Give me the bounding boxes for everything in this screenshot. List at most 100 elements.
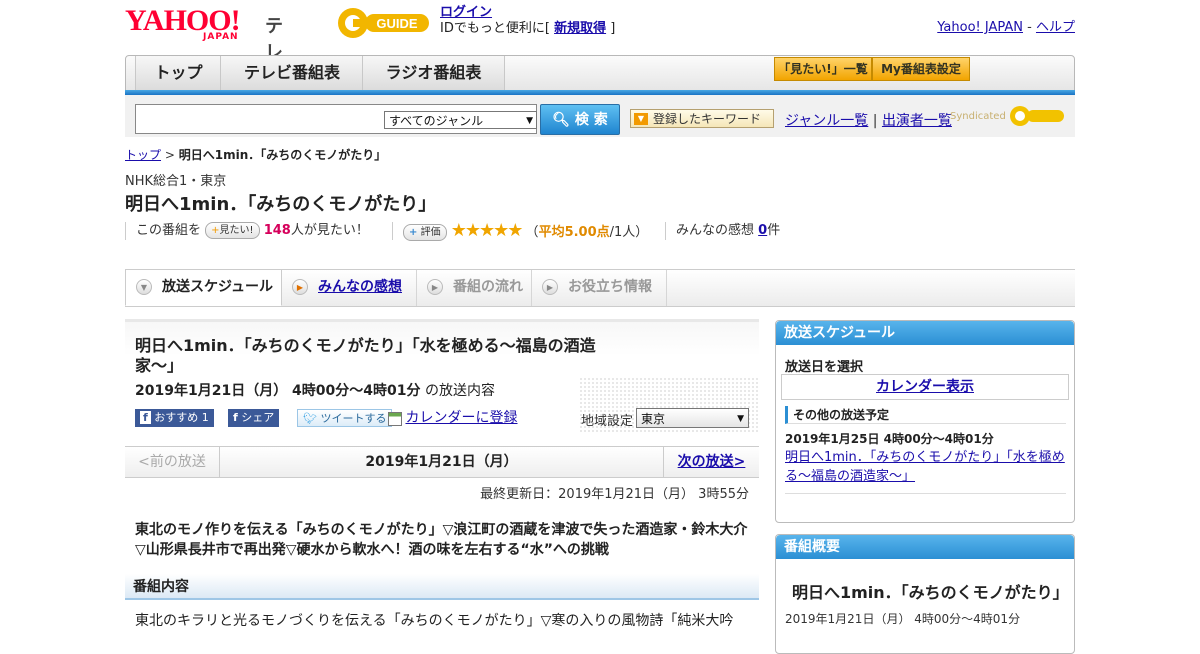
overview-title: 明日へ1min．「みちのくモノがたり」 bbox=[792, 583, 1069, 602]
calendar-display-link[interactable]: カレンダー表示 bbox=[876, 379, 974, 395]
want-button-label: 見たい! bbox=[219, 225, 254, 236]
search-links: ジャンル一覧 | 出演者一覧 bbox=[785, 110, 952, 130]
header-links: Yahoo! JAPAN - ヘルプ bbox=[937, 16, 1075, 35]
chevron-down-icon: ▼ bbox=[136, 279, 152, 295]
rate-button-label: 評価 bbox=[420, 227, 441, 238]
mitai-list-button[interactable]: 「見たい!」一覧 bbox=[774, 57, 872, 81]
want-to-watch-button[interactable]: +見たい! bbox=[205, 222, 260, 239]
yahoo-japan-link[interactable]: Yahoo! JAPAN bbox=[937, 20, 1023, 35]
facebook-recommend-button[interactable]: f おすすめ 1 bbox=[135, 409, 214, 427]
registered-keywords-button[interactable]: ▼ 登録したキーワード bbox=[630, 109, 774, 128]
svg-text:GUIDE: GUIDE bbox=[376, 16, 418, 31]
overview-panel-heading: 番組概要 bbox=[776, 535, 1074, 559]
my-schedule-settings-button[interactable]: My番組表設定 bbox=[872, 57, 970, 81]
previous-broadcast: <前の放送 bbox=[125, 447, 220, 477]
chevron-down-icon: ▼ bbox=[634, 113, 648, 125]
select-date-label: 放送日を選択 bbox=[785, 360, 864, 375]
rate-button[interactable]: + 評価 bbox=[403, 224, 447, 241]
want-to-watch: この番組を +見たい! 148人が見たい！ bbox=[136, 220, 369, 242]
want-suffix: 人が見たい！ bbox=[290, 223, 369, 238]
episode-header: 明日へ1min．「みちのくモノがたり」「水を極める～福島の酒造家～」 2019年… bbox=[125, 319, 759, 434]
other-schedule-date: 2019年1月25日 4時00分～4時01分 bbox=[785, 432, 994, 446]
twitter-bird-icon: 🐦︎ bbox=[303, 412, 317, 425]
rating-open: （ bbox=[525, 225, 539, 240]
plus-icon: + bbox=[211, 225, 220, 236]
last-updated: 最終更新日：2019年1月21日（月） 3時55分 bbox=[480, 487, 749, 502]
tweet-button[interactable]: 🐦︎ ツイートする bbox=[297, 409, 393, 427]
other-schedule-link[interactable]: 明日へ1min．「みちのくモノがたり」「水を極める～福島の酒造家～」 bbox=[785, 448, 1065, 486]
plus-icon: + bbox=[409, 227, 418, 238]
schedule-panel: 放送スケジュール 放送日を選択 カレンダー表示 その他の放送予定 2019年1月… bbox=[775, 320, 1075, 523]
calendar-register: カレンダーに登録 bbox=[388, 409, 518, 427]
calendar-display-button[interactable]: カレンダー表示 bbox=[781, 374, 1069, 400]
breadcrumb: トップ > 明日へ1min．「みちのくモノがたり」 bbox=[125, 146, 386, 163]
program-content-text: 東北のキラリと光るモノづくりを伝える「みちのくモノがたり」▽寒の入りの風物詩「純… bbox=[135, 613, 734, 629]
want-prefix: この番組を bbox=[136, 223, 202, 238]
channel-name: NHK総合1・東京 bbox=[125, 174, 227, 189]
episode-date-time: 2019年1月21日（月） 4時00分～4時01分 bbox=[135, 383, 421, 399]
tab-broadcast-schedule[interactable]: ▼ 放送スケジュール bbox=[125, 269, 282, 306]
nav-tab-radio-schedule[interactable]: ラジオ番組表 bbox=[362, 56, 505, 90]
header-link-separator: - bbox=[1027, 20, 1032, 35]
tab-label: お役立ち情報 bbox=[568, 279, 652, 295]
login-text: IDでもっと便利に[ bbox=[440, 21, 550, 36]
facebook-icon: f bbox=[233, 411, 238, 424]
overview-panel: 番組概要 明日へ1min．「みちのくモノがたり」 2019年1月21日（月） 4… bbox=[775, 534, 1075, 654]
performer-list-link[interactable]: 出演者一覧 bbox=[882, 113, 952, 129]
impressions-label: みんなの感想 bbox=[676, 223, 755, 238]
next-broadcast-link[interactable]: 次の放送> bbox=[663, 447, 759, 477]
search-icon: 🔍︎ bbox=[552, 112, 571, 128]
tab-label: みんなの感想 bbox=[318, 279, 402, 295]
help-link[interactable]: ヘルプ bbox=[1036, 20, 1075, 35]
login-box: ログイン IDでもっと便利に[ 新規取得 ] bbox=[440, 5, 615, 37]
search-button[interactable]: 🔍︎ 検 索 bbox=[540, 104, 620, 135]
calendar-register-link[interactable]: カレンダーに登録 bbox=[406, 410, 518, 426]
tab-impressions[interactable]: ▶ みんなの感想 bbox=[282, 270, 417, 306]
tab-label: 番組の流れ bbox=[453, 279, 523, 295]
registered-keywords-label: 登録したキーワード bbox=[653, 112, 762, 126]
calendar-icon bbox=[388, 412, 402, 426]
breadcrumb-current: 明日へ1min．「みちのくモノがたり」 bbox=[178, 148, 387, 162]
yahoo-japan-logo[interactable]: YAHOO! JAPAN テレビ bbox=[125, 6, 283, 90]
meta-divider bbox=[125, 222, 126, 240]
login-link[interactable]: ログイン bbox=[440, 5, 492, 20]
other-schedule-heading: その他の放送予定 bbox=[785, 406, 1066, 424]
tweet-label: ツイートする bbox=[320, 412, 387, 425]
genre-select[interactable]: すべてのジャンル bbox=[384, 111, 537, 130]
facebook-icon: f bbox=[140, 411, 151, 424]
search-button-label: 検 索 bbox=[574, 112, 608, 128]
tab-useful-info: ▶ お役立ち情報 bbox=[532, 270, 667, 306]
logo-japan-text: JAPAN bbox=[203, 32, 239, 42]
rating-count: /1人） bbox=[609, 225, 649, 240]
page: YAHOO! JAPAN テレビ GUIDE ログイン IDでもっと便利に[ 新… bbox=[125, 0, 1075, 654]
syndicated-gguide: Syndicated bbox=[950, 105, 1065, 127]
tab-label: 放送スケジュール bbox=[162, 279, 274, 295]
impressions-count-link[interactable]: 0 bbox=[758, 223, 767, 238]
chevron-right-icon: ▶ bbox=[292, 279, 308, 295]
program-tabs: ▼ 放送スケジュール ▶ みんなの感想 ▶ 番組の流れ ▶ お役立ち情報 bbox=[125, 269, 1075, 307]
search-bar: すべてのジャンル 🔍︎ 検 索 ▼ 登録したキーワード ジャンル一覧 | 出演者… bbox=[125, 95, 1075, 137]
breadcrumb-top-link[interactable]: トップ bbox=[125, 148, 161, 162]
facebook-share-button[interactable]: f シェア bbox=[228, 409, 280, 427]
rating-average: 平均5.00点 bbox=[538, 225, 610, 240]
search-links-divider: | bbox=[872, 113, 878, 129]
gguide-mini-logo bbox=[1010, 106, 1064, 126]
current-broadcast-date: 2019年1月21日（月） bbox=[365, 454, 518, 470]
episode-title: 明日へ1min．「みちのくモノがたり」「水を極める～福島の酒造家～」 bbox=[135, 336, 596, 375]
signup-link[interactable]: 新規取得 bbox=[554, 21, 606, 36]
gguide-logo[interactable]: GUIDE bbox=[335, 6, 431, 40]
section-heading-program-content: 番組内容 bbox=[125, 574, 759, 600]
tab-program-flow: ▶ 番組の流れ bbox=[417, 270, 532, 306]
impressions: みんなの感想 0件 bbox=[676, 220, 780, 242]
program-meta: この番組を +見たい! 148人が見たい！ + 評価 ★★★★★ （平均5.00… bbox=[125, 220, 1075, 242]
region-select[interactable]: 東京 bbox=[636, 408, 749, 429]
star-rating-icon: ★★★★★ bbox=[450, 220, 524, 241]
nav-tab-tv-schedule[interactable]: テレビ番組表 bbox=[220, 56, 363, 90]
overview-date: 2019年1月21日（月） 4時00分～4時01分 bbox=[785, 612, 1021, 626]
schedule-panel-heading: 放送スケジュール bbox=[776, 321, 1074, 345]
main-nav: トップ テレビ番組表 ラジオ番組表 「見たい!」一覧 My番組表設定 bbox=[125, 55, 1075, 91]
facebook-share-label: シェア bbox=[241, 411, 275, 424]
genre-list-link[interactable]: ジャンル一覧 bbox=[785, 113, 868, 129]
rating: + 評価 ★★★★★ （平均5.00点/1人） bbox=[403, 220, 648, 242]
nav-tab-top[interactable]: トップ bbox=[135, 56, 221, 90]
